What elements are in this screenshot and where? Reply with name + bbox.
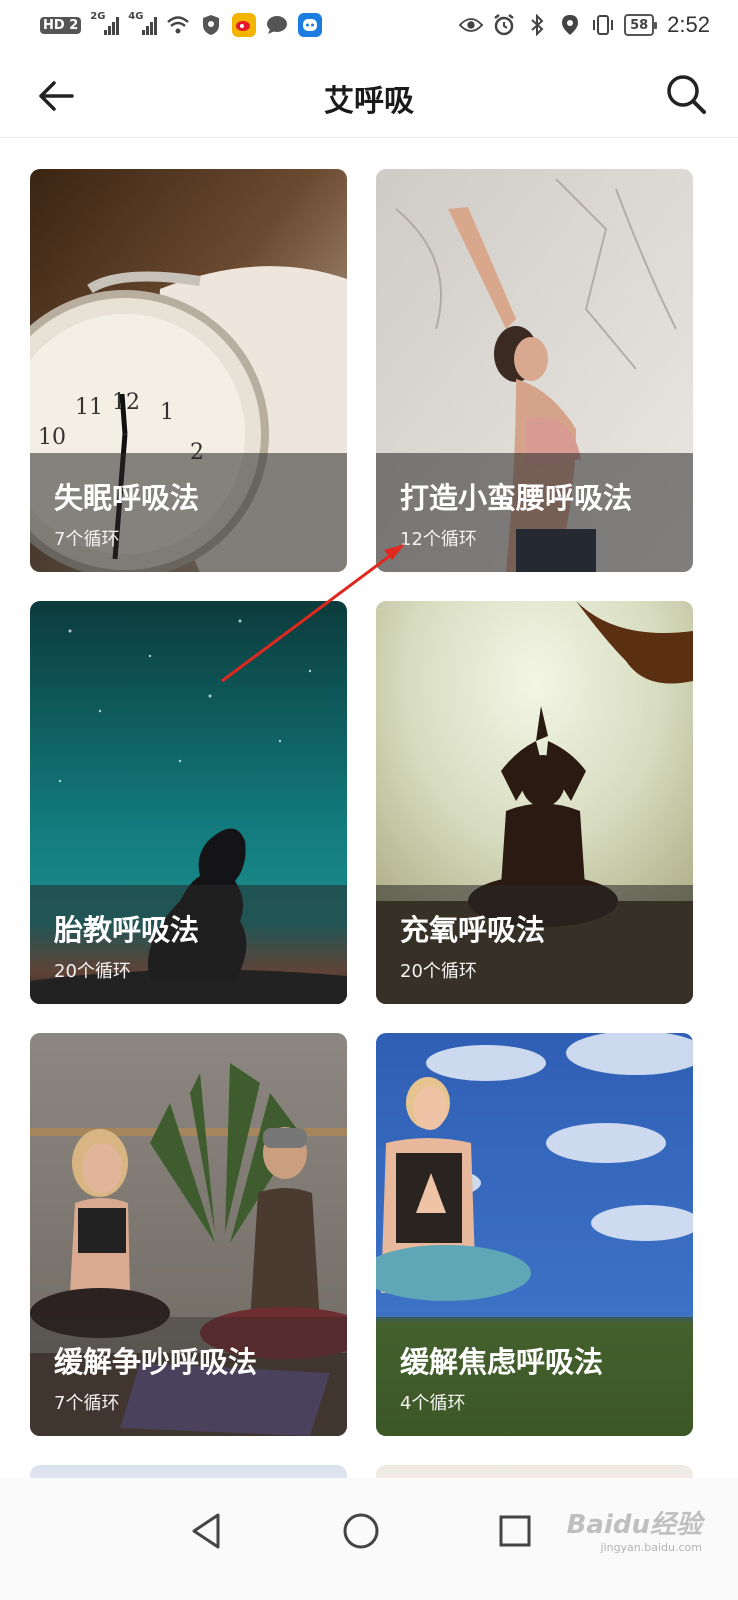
status-clock: 2:52	[667, 12, 710, 37]
app-notification-icon	[298, 13, 323, 37]
search-button[interactable]	[664, 72, 710, 118]
svg-text:10: 10	[38, 425, 66, 450]
card-partial[interactable]	[376, 1465, 693, 1478]
card-argument-relief-breathing[interactable]: 缓解争吵呼吸法 7个循环	[30, 1033, 347, 1436]
card-caption: 缓解争吵呼吸法 7个循环	[30, 1317, 347, 1436]
card-partial[interactable]	[30, 1465, 347, 1478]
card-cycle-count: 12个循环	[400, 529, 477, 550]
location-icon	[558, 13, 582, 37]
card-title: 打造小蛮腰呼吸法	[400, 481, 633, 515]
app-header: 艾呼吸	[0, 50, 738, 138]
svg-text:1: 1	[160, 400, 174, 425]
card-title: 缓解争吵呼吸法	[54, 1345, 258, 1379]
card-title: 失眠呼吸法	[54, 481, 200, 515]
eye-comfort-icon	[459, 13, 484, 37]
page-title: 艾呼吸	[324, 84, 414, 119]
card-anxiety-relief-breathing[interactable]: 缓解焦虑呼吸法 4个循环	[376, 1033, 693, 1436]
triangle-back-icon	[192, 1513, 220, 1549]
nav-back-button[interactable]	[180, 1504, 234, 1558]
card-cycle-count: 7个循环	[54, 1393, 120, 1414]
breathing-method-grid: 11 12 1 10 2 失眠呼吸法 7个循环 打造小蛮腰呼吸法	[0, 138, 738, 1478]
card-cycle-count: 20个循环	[400, 961, 477, 982]
weibo-icon	[232, 13, 257, 37]
signal-sim1-icon: 2G	[90, 11, 120, 35]
card-caption: 失眠呼吸法 7个循环	[30, 453, 347, 572]
network-type-label: 4G	[128, 11, 144, 22]
shield-icon	[199, 13, 223, 37]
card-caption: 缓解焦虑呼吸法 4个循环	[376, 1317, 693, 1436]
card-waist-breathing[interactable]: 打造小蛮腰呼吸法 12个循环	[376, 169, 693, 572]
watermark-site: jingyan.baidu.com	[600, 1541, 702, 1554]
svg-text:11: 11	[75, 395, 103, 420]
network-type-label: 2G	[90, 11, 106, 22]
hd-voice-badge: HD 2	[40, 16, 82, 34]
alarm-icon	[492, 13, 516, 37]
card-oxygen-breathing[interactable]: 充氧呼吸法 20个循环	[376, 601, 693, 1004]
card-cycle-count: 7个循环	[54, 529, 120, 550]
card-caption: 胎教呼吸法 20个循环	[30, 885, 347, 1004]
circle-home-icon	[343, 1513, 379, 1549]
card-caption: 充氧呼吸法 20个循环	[376, 885, 693, 1004]
status-bar: HD 2 2G 4G 58 2:52	[0, 0, 738, 50]
card-title: 胎教呼吸法	[54, 913, 200, 947]
bluetooth-icon	[525, 13, 549, 37]
system-nav-bar: Baidu经验 jingyan.baidu.com	[0, 1478, 738, 1600]
card-title: 缓解焦虑呼吸法	[400, 1345, 604, 1379]
battery-indicator: 58	[624, 14, 658, 36]
card-cycle-count: 20个循环	[54, 961, 131, 982]
card-title: 充氧呼吸法	[400, 913, 546, 947]
square-recents-icon	[499, 1515, 531, 1547]
card-prenatal-breathing[interactable]: 胎教呼吸法 20个循环	[30, 601, 347, 1004]
card-cycle-count: 4个循环	[400, 1393, 466, 1414]
svg-text:12: 12	[112, 390, 140, 415]
baidu-jingyan-watermark: Baidu经验 jingyan.baidu.com	[567, 1504, 702, 1554]
card-insomnia-breathing[interactable]: 11 12 1 10 2 失眠呼吸法 7个循环	[30, 169, 347, 572]
status-right-icons: 58 2:52	[459, 12, 710, 38]
vibrate-icon	[591, 13, 615, 37]
signal-sim2-icon: 4G	[128, 11, 158, 35]
watermark-brand: Baidu经验	[566, 1510, 702, 1540]
wifi-icon	[166, 13, 190, 37]
message-bubble-icon	[265, 13, 289, 37]
card-caption: 打造小蛮腰呼吸法 12个循环	[376, 453, 693, 572]
search-icon	[667, 75, 706, 114]
nav-home-button[interactable]	[334, 1504, 388, 1558]
nav-recents-button[interactable]	[488, 1504, 542, 1558]
status-left-icons: HD 2 2G 4G	[40, 11, 323, 38]
